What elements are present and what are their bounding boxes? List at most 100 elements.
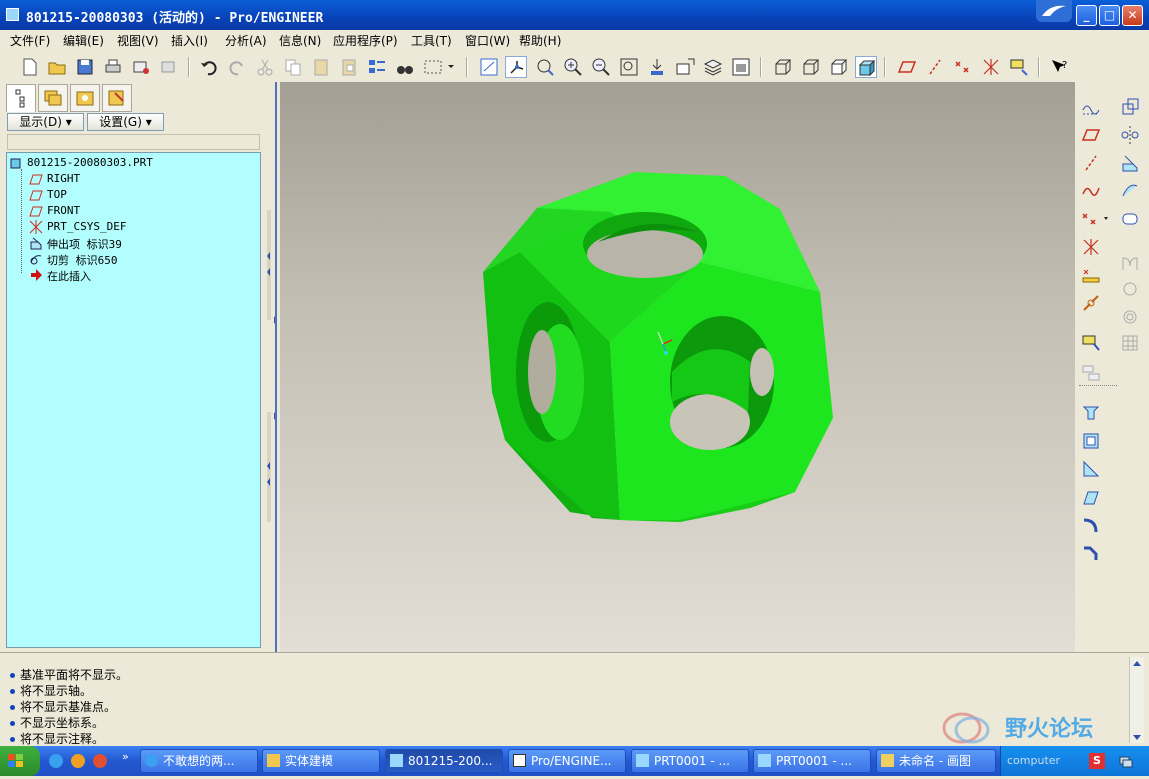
annotation-feature-icon[interactable] — [1080, 332, 1102, 354]
sketch-display-icon[interactable] — [1080, 96, 1102, 118]
selection-box-icon[interactable] — [422, 56, 456, 78]
copy-icon[interactable] — [282, 56, 304, 78]
menu-tools[interactable]: 工具(T) — [411, 32, 452, 49]
zoom-out-icon[interactable] — [590, 56, 612, 78]
view-manager-icon[interactable] — [730, 56, 752, 78]
menu-analysis[interactable]: 分析(A) — [225, 32, 267, 49]
close-button[interactable]: ✕ — [1122, 5, 1143, 26]
csys-toggle-icon[interactable] — [980, 56, 1002, 78]
menu-info[interactable]: 信息(N) — [279, 32, 321, 49]
rib-tool-icon[interactable] — [1080, 458, 1102, 480]
message-scrollbar[interactable] — [1129, 657, 1144, 743]
taskbar-item-folder[interactable]: 实体建模 — [262, 749, 380, 773]
datum-planes-toggle-icon[interactable] — [896, 56, 918, 78]
extrude-tool-icon[interactable] — [1119, 152, 1141, 174]
orient-mode-icon[interactable] — [534, 56, 556, 78]
message-line: 将不显示注释。 — [10, 730, 104, 747]
open-folder-icon[interactable] — [46, 56, 68, 78]
tab-favorites[interactable] — [70, 84, 100, 112]
datum-csys-tool-icon[interactable] — [1080, 236, 1102, 258]
draft-tool-icon[interactable] — [1080, 486, 1102, 508]
merge-tool-icon[interactable] — [1119, 252, 1141, 274]
datum-curve-tool-icon[interactable] — [1080, 180, 1102, 202]
display-dropdown[interactable]: 显示(D) ▾ — [7, 113, 84, 131]
tab-history[interactable] — [102, 84, 132, 112]
spin-center-icon[interactable] — [505, 56, 527, 78]
menu-window[interactable]: 窗口(W) — [465, 32, 510, 49]
redraw-icon[interactable] — [478, 56, 500, 78]
sweep-tool-icon[interactable] — [1119, 208, 1141, 230]
tab-model-tree[interactable] — [6, 84, 36, 112]
pattern-tool-icon[interactable] — [1119, 332, 1141, 354]
no-hidden-icon[interactable] — [828, 56, 850, 78]
menu-file[interactable]: 文件(F) — [10, 32, 50, 49]
hole-tool-icon[interactable] — [1080, 402, 1102, 424]
menu-help[interactable]: 帮助(H) — [519, 32, 561, 49]
menu-applications[interactable]: 应用程序(P) — [333, 32, 398, 49]
taskbar-item-prt0001[interactable]: PRT0001 - ... — [631, 749, 749, 773]
layers-icon[interactable] — [702, 56, 724, 78]
cut-icon[interactable] — [254, 56, 276, 78]
external-feature-icon[interactable] — [1080, 292, 1102, 314]
tab-folder-browser[interactable] — [38, 84, 68, 112]
send-link-icon[interactable] — [158, 56, 180, 78]
reorient-icon[interactable] — [646, 56, 668, 78]
analysis-feature-icon[interactable] — [1080, 264, 1102, 286]
datum-point-tool-icon[interactable] — [1080, 208, 1110, 230]
datum-axes-toggle-icon[interactable] — [924, 56, 946, 78]
datum-plane-tool-icon[interactable] — [1080, 124, 1102, 146]
hidden-line-icon[interactable] — [800, 56, 822, 78]
toolbar-separator — [188, 57, 190, 77]
find-binoculars-icon[interactable] — [394, 56, 416, 78]
menu-insert[interactable]: 插入(I) — [171, 32, 208, 49]
taskbar-item-proe-active[interactable]: 801215-200... — [385, 749, 503, 773]
quick-launch-expand-icon[interactable]: » — [122, 750, 129, 763]
context-help-icon[interactable]: ? — [1048, 56, 1070, 78]
zoom-in-icon[interactable] — [562, 56, 584, 78]
menu-bar: 文件(F) 编辑(E) 视图(V) 插入(I) 分析(A) 信息(N) 应用程序… — [0, 30, 1149, 51]
menu-edit[interactable]: 编辑(E) — [63, 32, 104, 49]
send-mail-icon[interactable] — [130, 56, 152, 78]
copy-feature-icon[interactable] — [1119, 96, 1141, 118]
tray-app-icon[interactable]: S — [1089, 753, 1105, 769]
taskbar-item-prt0001-2[interactable]: PRT0001 - ... — [753, 749, 871, 773]
save-icon[interactable] — [74, 56, 96, 78]
tree-filter-bar[interactable] — [7, 134, 260, 150]
maximize-button[interactable]: □ — [1099, 5, 1120, 26]
menu-view[interactable]: 视图(V) — [117, 32, 159, 49]
paste-icon[interactable] — [310, 56, 332, 78]
taskbar-item-proe-window[interactable]: Pro/ENGINE... — [508, 749, 626, 773]
mirror-tool-icon[interactable] — [1119, 124, 1141, 146]
wireframe-icon[interactable] — [772, 56, 794, 78]
taskbar-item-paint[interactable]: 未命名 - 画图 — [876, 749, 996, 773]
datum-axis-tool-icon[interactable] — [1080, 152, 1102, 174]
model-3d-view[interactable] — [280, 82, 1075, 652]
new-file-icon[interactable] — [18, 56, 40, 78]
offset-tool-icon[interactable] — [1119, 306, 1141, 328]
annotation-toggle-icon[interactable] — [1008, 56, 1030, 78]
shell-tool-icon[interactable] — [1080, 430, 1102, 452]
taskbar-item-ie[interactable]: 不敢想的两... — [140, 749, 258, 773]
trim-tool-icon[interactable] — [1119, 278, 1141, 300]
refit-icon[interactable] — [618, 56, 640, 78]
round-tool-icon[interactable] — [1080, 514, 1102, 536]
regenerate-icon[interactable] — [366, 56, 388, 78]
feature-operations-icon[interactable] — [1080, 362, 1102, 384]
chamfer-tool-icon[interactable] — [1080, 542, 1102, 564]
print-icon[interactable] — [102, 56, 124, 78]
redo-icon[interactable] — [226, 56, 248, 78]
saved-views-icon[interactable] — [674, 56, 696, 78]
datum-points-toggle-icon[interactable] — [952, 56, 974, 78]
paste-special-icon[interactable] — [338, 56, 360, 78]
settings-dropdown[interactable]: 设置(G) ▾ — [87, 113, 164, 131]
tray-network-icon[interactable] — [1119, 754, 1133, 768]
minimize-button[interactable]: _ — [1076, 5, 1097, 26]
undo-icon[interactable] — [198, 56, 220, 78]
panel-splitter[interactable] — [264, 82, 280, 652]
start-button[interactable] — [0, 746, 40, 776]
revolve-tool-icon[interactable] — [1119, 180, 1141, 202]
graphics-window[interactable] — [280, 82, 1075, 652]
windows-logo-icon — [8, 754, 23, 767]
ie-icon — [145, 754, 158, 767]
shading-icon[interactable] — [855, 56, 877, 78]
